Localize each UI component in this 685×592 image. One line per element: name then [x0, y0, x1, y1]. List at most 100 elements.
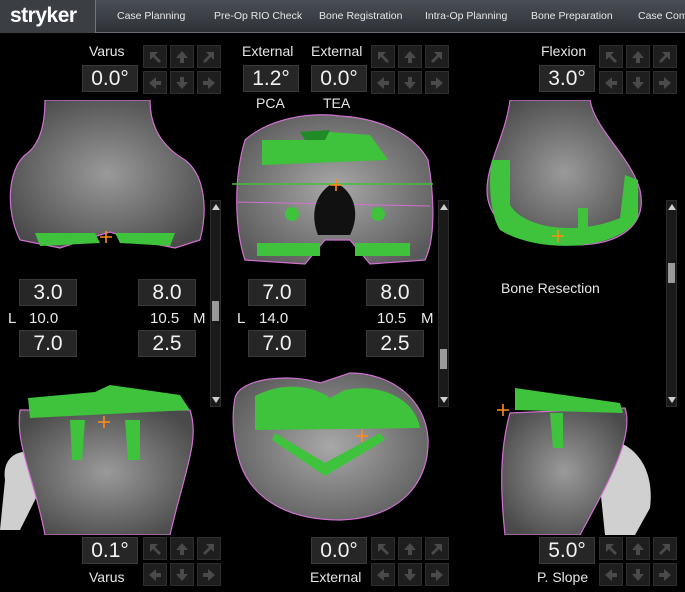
left-gap-top: 3.0 [19, 279, 77, 306]
arrow-right-button[interactable] [425, 71, 449, 94]
arrow-up-left-button[interactable] [371, 537, 395, 560]
arrow-up-button[interactable] [398, 45, 422, 68]
arrow-up-left-icon [378, 51, 389, 63]
arrow-right-icon [203, 76, 215, 89]
arrow-left-button[interactable] [143, 71, 167, 94]
arrow-up-button[interactable] [170, 45, 194, 68]
center-right-gap-mid: 10.5 [377, 310, 407, 327]
arrow-left-icon [605, 76, 617, 89]
arrow-right-icon [431, 76, 443, 89]
arrow-left-button[interactable] [143, 563, 167, 586]
center-gap-scrollbar[interactable] [438, 200, 449, 407]
arrow-down-icon [404, 76, 416, 89]
scroll-up-icon[interactable] [440, 204, 448, 210]
arrow-up-button[interactable] [170, 537, 194, 560]
arrow-up-left-button[interactable] [599, 537, 623, 560]
arrow-down-button[interactable] [170, 71, 194, 94]
center-gap-top: 7.0 [248, 279, 306, 306]
arrow-up-left-button[interactable] [371, 45, 395, 68]
tibia-slope-value: 5.0° [539, 537, 595, 564]
arrow-up-right-button[interactable] [425, 45, 449, 68]
left-gap-scrollbar[interactable] [210, 200, 221, 407]
arrow-down-button[interactable] [170, 563, 194, 586]
arrow-right-icon [203, 568, 215, 581]
scroll-down-icon[interactable] [668, 397, 676, 403]
arrow-right-button[interactable] [197, 71, 221, 94]
arrow-up-icon [632, 542, 644, 555]
arrow-up-icon [404, 50, 416, 63]
arrow-left-button[interactable] [599, 563, 623, 586]
femur-pca-sublabel: PCA [256, 95, 285, 111]
arrow-down-button[interactable] [398, 563, 422, 586]
arrow-left-icon [149, 568, 161, 581]
tibia-coronal-view [0, 380, 208, 535]
arrow-up-right-icon [431, 51, 442, 63]
tibia-external-keypad [371, 537, 449, 587]
tab-case-planning[interactable]: Case Planning [117, 10, 185, 22]
tab-bone-registration[interactable]: Bone Registration [319, 10, 402, 22]
arrow-right-button[interactable] [425, 563, 449, 586]
arrow-up-right-icon [203, 543, 214, 555]
brand-name: stryker [10, 4, 77, 27]
center-right-gap-bottom: 2.5 [366, 330, 424, 357]
arrow-right-icon [659, 568, 671, 581]
tibia-varus-label: Varus [89, 569, 125, 585]
scroll-up-icon[interactable] [668, 204, 676, 210]
tab-case-completion[interactable]: Case Comp [638, 10, 685, 22]
tab-bone-preparation[interactable]: Bone Preparation [531, 10, 613, 22]
scroll-thumb[interactable] [668, 263, 675, 283]
arrow-down-button[interactable] [398, 71, 422, 94]
tab-intra-op-planning[interactable]: Intra-Op Planning [425, 10, 507, 22]
arrow-up-right-button[interactable] [197, 45, 221, 68]
arrow-left-button[interactable] [371, 563, 395, 586]
arrow-right-button[interactable] [653, 563, 677, 586]
arrow-left-button[interactable] [599, 71, 623, 94]
arrow-up-button[interactable] [626, 45, 650, 68]
femur-varus-label: Varus [89, 43, 125, 59]
arrow-right-button[interactable] [197, 563, 221, 586]
center-gap-mid: 14.0 [259, 310, 289, 327]
arrow-up-button[interactable] [398, 537, 422, 560]
arrow-up-left-icon [150, 51, 161, 63]
lateral-label-left: L [8, 310, 17, 327]
arrow-up-left-button[interactable] [143, 537, 167, 560]
tab-pre-op-rio-check[interactable]: Pre-Op RIO Check [214, 10, 302, 22]
arrow-up-icon [632, 50, 644, 63]
arrow-left-icon [605, 568, 617, 581]
arrow-down-button[interactable] [626, 563, 650, 586]
arrow-up-left-button[interactable] [599, 45, 623, 68]
scroll-thumb[interactable] [440, 349, 447, 369]
femur-external-tea-value: 0.0° [311, 65, 367, 92]
arrow-up-right-button[interactable] [653, 45, 677, 68]
arrow-up-left-button[interactable] [143, 45, 167, 68]
tibia-slope-label: P. Slope [537, 569, 589, 585]
left-right-gap-bottom: 2.5 [138, 330, 196, 357]
arrow-right-button[interactable] [653, 71, 677, 94]
scroll-down-icon[interactable] [440, 397, 448, 403]
scroll-down-icon[interactable] [212, 397, 220, 403]
tibia-external-value: 0.0° [311, 537, 367, 564]
arrow-down-button[interactable] [626, 71, 650, 94]
femur-varus-value: 0.0° [82, 65, 138, 92]
femur-sagittal-view [480, 100, 660, 250]
tibia-varus-keypad [143, 537, 221, 587]
arrow-up-button[interactable] [626, 537, 650, 560]
arrow-down-icon [632, 76, 644, 89]
arrow-right-icon [431, 568, 443, 581]
arrow-up-icon [176, 50, 188, 63]
resection-scrollbar[interactable] [666, 200, 677, 407]
scroll-up-icon[interactable] [212, 204, 220, 210]
arrow-up-left-icon [150, 543, 161, 555]
arrow-up-right-button[interactable] [425, 537, 449, 560]
stryker-logo: stryker [0, 0, 96, 33]
arrow-left-button[interactable] [371, 71, 395, 94]
tibia-sagittal-view [485, 378, 665, 535]
tibia-varus-value: 0.1° [82, 537, 138, 564]
arrow-up-right-button[interactable] [197, 537, 221, 560]
scroll-thumb[interactable] [212, 301, 219, 321]
arrow-left-icon [377, 568, 389, 581]
arrow-up-right-button[interactable] [653, 537, 677, 560]
femur-external-keypad [371, 45, 449, 95]
tibia-slope-keypad [599, 537, 677, 587]
arrow-up-left-icon [378, 543, 389, 555]
